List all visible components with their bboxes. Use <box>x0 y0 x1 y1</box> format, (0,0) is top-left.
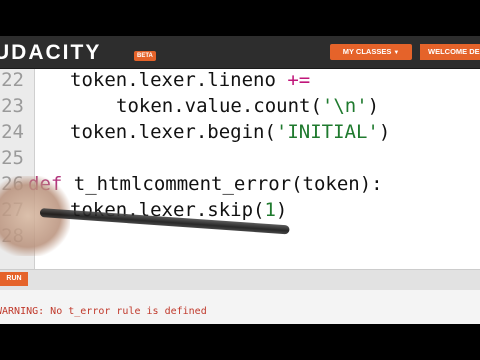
code-line: 28 <box>0 223 480 249</box>
code-line: 23 token.value.count('\n') <box>0 93 480 119</box>
welcome-label: WELCOME DE <box>428 47 480 56</box>
udacity-logo[interactable]: UDACITY <box>0 42 101 64</box>
video-letterbox-top <box>0 0 480 36</box>
code-line: 26 def t_htmlcomment_error(token): <box>0 171 480 197</box>
code-text: token.lexer.lineno += <box>70 69 311 91</box>
code-line: 24 token.lexer.begin('INITIAL') <box>0 119 480 145</box>
output-panel: WARNING: No t_error rule is defined <box>0 290 480 324</box>
line-number: 23 <box>1 95 24 117</box>
welcome-user-button[interactable]: WELCOME DE <box>420 44 480 60</box>
line-number: 25 <box>1 147 24 169</box>
code-text: token.lexer.skip(1) <box>70 199 288 221</box>
line-number: 28 <box>1 225 24 247</box>
code-line: 22 token.lexer.lineno += <box>0 67 480 93</box>
code-line: 27 token.lexer.skip(1) <box>0 197 480 223</box>
run-toolbar <box>0 269 480 290</box>
caret-down-icon: ▼ <box>393 50 400 56</box>
my-classes-button[interactable]: MY CLASSES ▼ <box>330 44 412 60</box>
code-text: token.value.count('\n') <box>116 95 380 117</box>
line-number: 26 <box>1 173 24 195</box>
line-number: 24 <box>1 121 24 143</box>
code-text: token.lexer.begin('INITIAL') <box>70 121 391 143</box>
run-button[interactable]: RUN <box>0 272 28 286</box>
code-line: 25 <box>0 145 480 171</box>
code-text: def t_htmlcomment_error(token): <box>28 173 383 195</box>
line-number: 27 <box>1 199 24 221</box>
code-editor[interactable]: 22 token.lexer.lineno += 23 token.value.… <box>0 69 480 269</box>
output-warning: WARNING: No t_error rule is defined <box>0 306 207 317</box>
line-number: 22 <box>1 69 24 91</box>
video-letterbox-bottom <box>0 324 480 360</box>
my-classes-label: MY CLASSES <box>342 47 392 56</box>
beta-badge: BETA <box>134 51 156 61</box>
